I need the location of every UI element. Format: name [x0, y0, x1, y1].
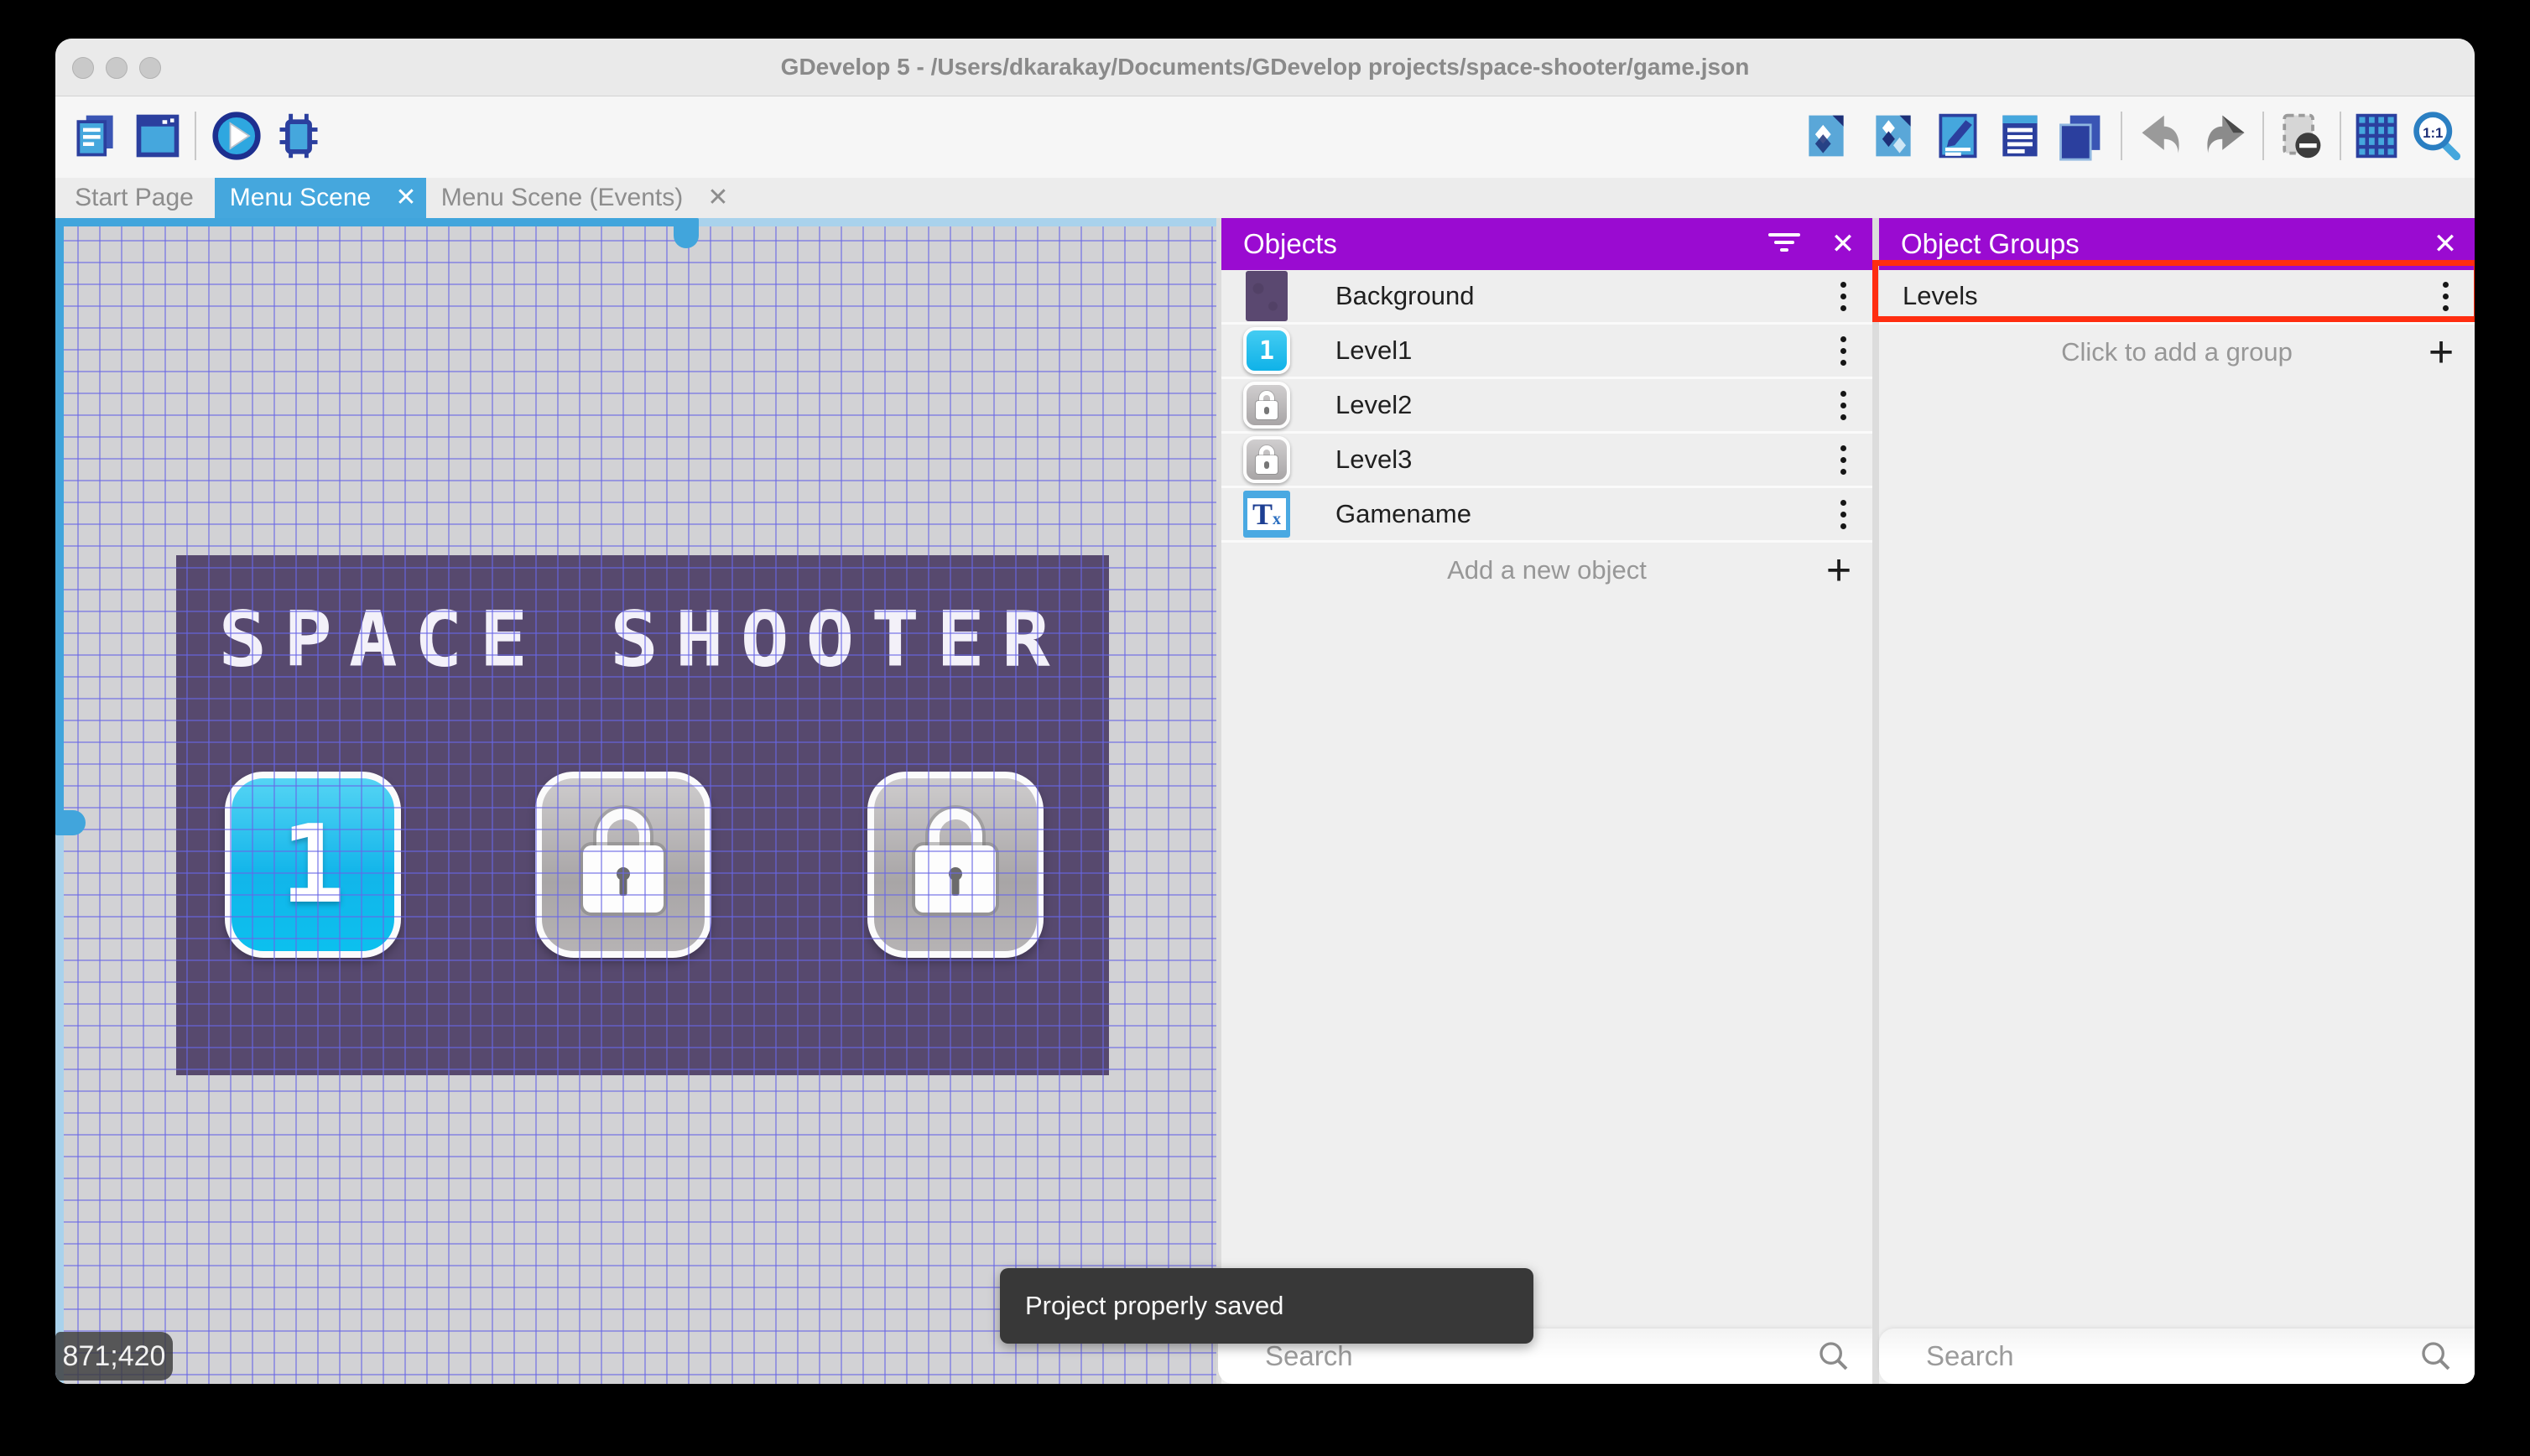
tab-start-page[interactable]: Start Page [63, 178, 206, 218]
undo-icon[interactable] [2134, 108, 2188, 164]
toolbar-divider [2121, 112, 2122, 160]
level3-button-instance[interactable] [867, 772, 1044, 958]
close-tab-icon[interactable]: ✕ [386, 178, 426, 218]
cursor-coordinates: 871;420 [55, 1332, 173, 1381]
tab-menu-scene[interactable]: Menu Scene ✕ [215, 178, 426, 218]
redo-icon[interactable] [2199, 108, 2252, 164]
zoom-original-icon[interactable]: 1:1 [2409, 108, 2463, 164]
object-menu-icon[interactable] [1814, 445, 1872, 475]
svg-text:1:1: 1:1 [2423, 125, 2443, 141]
object-row-level3[interactable]: Level3 [1221, 434, 1872, 488]
desktop: { "window": { "title": "GDevelop 5 - /Us… [0, 0, 2530, 1456]
object-name: Level2 [1335, 390, 1814, 420]
gdevelop-window: GDevelop 5 - /Users/dkarakay/Documents/G… [55, 39, 2475, 1384]
vertical-scrollbar-thumb[interactable] [55, 810, 86, 835]
window-mask-icon[interactable] [2273, 108, 2327, 164]
window-title: GDevelop 5 - /Users/dkarakay/Documents/G… [55, 39, 2475, 96]
title-bar: GDevelop 5 - /Users/dkarakay/Documents/G… [55, 39, 2475, 96]
toast-message: Project properly saved [1025, 1291, 1283, 1321]
object-name: Level1 [1335, 335, 1814, 366]
object-menu-icon[interactable] [1814, 391, 1872, 420]
add-icon[interactable]: + [1805, 545, 1872, 595]
object-row-level1[interactable]: 1 Level1 [1221, 325, 1872, 379]
toolbar-divider [195, 112, 196, 160]
tab-menu-scene-events[interactable]: Menu Scene (Events) ✕ [426, 178, 738, 218]
level2-button-instance[interactable] [535, 772, 711, 958]
close-panel-icon[interactable]: ✕ [1814, 227, 1872, 261]
toolbar: 1:1 [55, 96, 2475, 178]
properties-icon[interactable] [1931, 108, 1985, 164]
object-name: Background [1335, 281, 1814, 311]
object-name: Gamename [1335, 499, 1814, 529]
blue-button-icon: 1 [1242, 326, 1292, 375]
object-menu-icon[interactable] [1814, 336, 1872, 366]
close-tab-icon[interactable]: ✕ [698, 178, 738, 218]
object-groups-panel-title: Object Groups [1901, 228, 2416, 260]
debug-icon[interactable] [272, 108, 325, 164]
locked-button-icon [1242, 435, 1292, 484]
add-group-row[interactable]: Click to add a group + [1879, 325, 2475, 380]
object-row-background[interactable]: Background [1221, 270, 1872, 325]
level1-number: 1 [232, 778, 394, 951]
objects-editor-icon[interactable] [1799, 108, 1853, 164]
object-menu-icon[interactable] [1814, 282, 1872, 311]
horizontal-scrollbar[interactable] [55, 218, 1216, 226]
object-groups-editor-icon[interactable] [1866, 108, 1920, 164]
toolbar-divider [2340, 112, 2341, 160]
add-icon[interactable]: + [2408, 327, 2475, 377]
game-title-instance[interactable]: SPACE SHOOTER [176, 595, 1109, 684]
objects-panel-title: Objects [1243, 228, 1755, 260]
add-group-label: Click to add a group [1946, 337, 2408, 367]
search-icon [2419, 1339, 2453, 1373]
groups-search-input[interactable] [1879, 1339, 2419, 1373]
object-name: Level3 [1335, 445, 1814, 475]
tab-label: Menu Scene [215, 178, 386, 218]
lock-icon [583, 809, 664, 918]
object-menu-icon[interactable] [1814, 500, 1872, 529]
object-groups-panel: Object Groups ✕ Levels Click to add a gr… [1879, 218, 2475, 1384]
save-toast: Project properly saved [1000, 1268, 1533, 1344]
horizontal-scrollbar-thumb[interactable] [674, 218, 699, 248]
layers-icon[interactable] [2053, 108, 2106, 164]
grid-icon[interactable] [2350, 108, 2403, 164]
content-area: SPACE SHOOTER 1 87 [55, 218, 2475, 1384]
groups-search-bar [1879, 1329, 2475, 1384]
add-object-row[interactable]: Add a new object + [1221, 543, 1872, 598]
objects-panel-header: Objects ✕ [1221, 218, 1872, 270]
add-object-label: Add a new object [1288, 555, 1805, 585]
panel-divider[interactable] [1872, 218, 1879, 1384]
tab-label: Menu Scene (Events) [426, 178, 698, 218]
background-swatch-icon [1242, 272, 1292, 320]
instances-list-icon[interactable] [1993, 108, 2047, 164]
toolbar-divider [2262, 112, 2264, 160]
locked-button-icon [1242, 381, 1292, 429]
search-icon [1817, 1339, 1851, 1373]
vertical-scrollbar[interactable] [55, 218, 64, 1384]
object-row-gamename[interactable]: Tx Gamename [1221, 488, 1872, 543]
open-scene-icon[interactable] [131, 108, 185, 164]
close-panel-icon[interactable]: ✕ [2416, 227, 2475, 261]
tab-label: Start Page [66, 184, 202, 211]
objects-panel: Objects ✕ Background 1 Level1 Le [1221, 218, 1872, 1384]
filter-icon[interactable] [1755, 228, 1814, 261]
project-manager-icon[interactable] [69, 108, 122, 164]
level1-button-instance[interactable]: 1 [225, 772, 401, 958]
text-object-icon: Tx [1242, 490, 1292, 538]
scene-background-instance[interactable]: SPACE SHOOTER 1 [176, 555, 1109, 1075]
tab-bar: Start Page Menu Scene ✕ Menu Scene (Even… [55, 178, 2475, 218]
object-row-level2[interactable]: Level2 [1221, 379, 1872, 434]
scene-editor-canvas[interactable]: SPACE SHOOTER 1 87 [55, 218, 1216, 1384]
levels-row-highlight-annotation [1872, 260, 2475, 322]
lock-icon [915, 809, 996, 918]
play-icon[interactable] [210, 108, 263, 164]
objects-search-input[interactable] [1218, 1339, 1817, 1373]
